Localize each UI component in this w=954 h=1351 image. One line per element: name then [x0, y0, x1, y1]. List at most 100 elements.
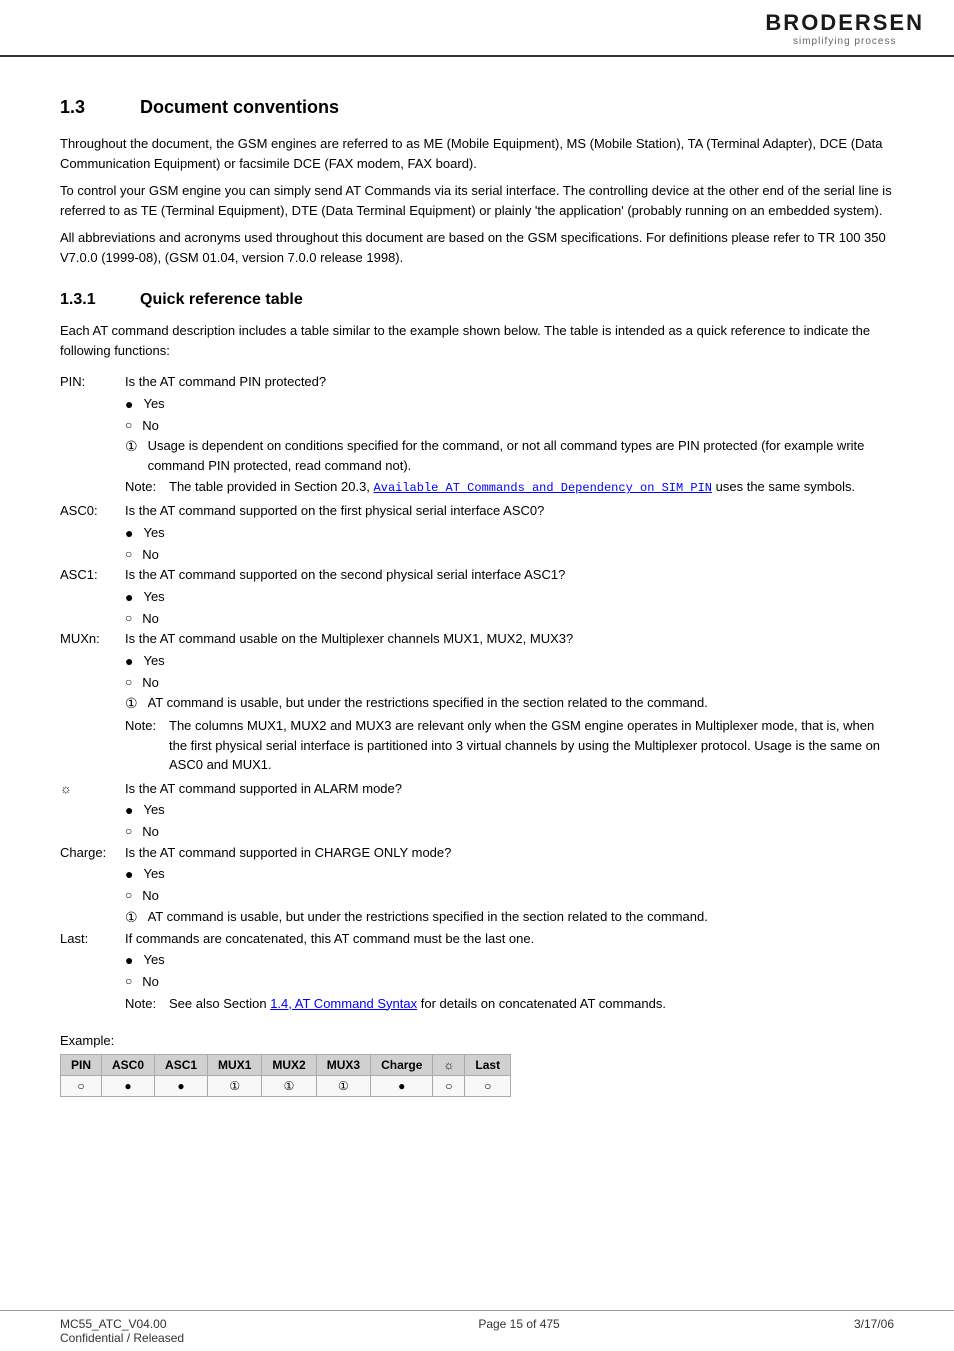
def-pin-desc: Is the AT command PIN protected?	[125, 372, 894, 392]
table-cell-asc1: ●	[155, 1076, 208, 1097]
last-yes-label: Yes	[143, 950, 164, 970]
def-muxn-desc: Is the AT command usable on the Multiple…	[125, 629, 894, 649]
def-asc1-options: ● Yes ○ No	[125, 587, 894, 629]
section-1-3-num: 1.3	[60, 97, 120, 118]
definition-list: PIN: Is the AT command PIN protected? ● …	[60, 372, 894, 1013]
def-charge-desc: Is the AT command supported in CHARGE ON…	[125, 843, 894, 863]
asc1-yes-label: Yes	[143, 587, 164, 607]
last-yes-row: ● Yes	[125, 950, 894, 971]
muxn-yes-row: ● Yes	[125, 651, 894, 672]
def-alarm-term: ☼	[60, 779, 125, 799]
muxn-note-text: The columns MUX1, MUX2 and MUX3 are rele…	[169, 716, 894, 775]
section-1-3-para2: To control your GSM engine you can simpl…	[60, 181, 894, 220]
logo-name: BRODERSEN	[765, 10, 924, 36]
table-cell-mux1: ①	[208, 1076, 262, 1097]
section-1-3-1-num: 1.3.1	[60, 291, 120, 309]
last-note-pre: See also Section	[169, 996, 267, 1011]
alarm-no-bullet: ○	[125, 822, 132, 840]
alarm-yes-label: Yes	[143, 800, 164, 820]
alarm-yes-row: ● Yes	[125, 800, 894, 821]
alarm-yes-bullet: ●	[125, 800, 133, 821]
def-asc0-options: ● Yes ○ No	[125, 523, 894, 565]
table-row: ○ ● ● ① ① ① ● ○ ○	[61, 1076, 511, 1097]
section-1-3-1-intro: Each AT command description includes a t…	[60, 321, 894, 360]
table-header-mux1: MUX1	[208, 1055, 262, 1076]
def-last-term: Last:	[60, 929, 125, 949]
last-no-row: ○ No	[125, 972, 894, 992]
charge-no-bullet: ○	[125, 886, 132, 904]
pin-note-link[interactable]: Available AT Commands and Dependency on …	[374, 481, 712, 495]
logo-area: BRODERSEN simplifying process	[765, 10, 924, 47]
def-last-desc: If commands are concatenated, this AT co…	[125, 929, 894, 949]
charge-no-label: No	[142, 886, 159, 906]
muxn-yes-bullet: ●	[125, 651, 133, 672]
def-asc1-row: ASC1: Is the AT command supported on the…	[60, 565, 894, 585]
section-1-3-title: Document conventions	[140, 97, 339, 118]
asc0-yes-bullet: ●	[125, 523, 133, 544]
muxn-half-bullet: ①	[125, 693, 138, 714]
table-header-pin: PIN	[61, 1055, 102, 1076]
last-yes-bullet: ●	[125, 950, 133, 971]
asc1-no-row: ○ No	[125, 609, 894, 629]
last-note-link[interactable]: 1.4, AT Command Syntax	[270, 996, 417, 1011]
charge-yes-row: ● Yes	[125, 864, 894, 885]
asc1-no-label: No	[142, 609, 159, 629]
last-no-label: No	[142, 972, 159, 992]
def-muxn-term: MUXn:	[60, 629, 125, 649]
pin-yes-row: ● Yes	[125, 394, 894, 415]
last-note-label: Note:	[125, 994, 163, 1014]
def-asc0-desc: Is the AT command supported on the first…	[125, 501, 894, 521]
pin-note-text: The table provided in Section 20.3, Avai…	[169, 477, 894, 497]
asc0-yes-label: Yes	[143, 523, 164, 543]
muxn-no-bullet: ○	[125, 673, 132, 691]
pin-half-desc: Usage is dependent on conditions specifi…	[148, 436, 894, 475]
asc0-no-bullet: ○	[125, 545, 132, 563]
table-header-charge: Charge	[371, 1055, 433, 1076]
def-charge-row: Charge: Is the AT command supported in C…	[60, 843, 894, 863]
asc1-no-bullet: ○	[125, 609, 132, 627]
footer-page: Page 15 of 475	[478, 1317, 559, 1345]
table-header-last: Last	[465, 1055, 511, 1076]
last-note-end: for details on concatenated AT commands.	[421, 996, 666, 1011]
def-last-options: ● Yes ○ No Note: See also Section 1.4, A…	[125, 950, 894, 1013]
def-asc0-row: ASC0: Is the AT command supported on the…	[60, 501, 894, 521]
page-header: BRODERSEN simplifying process	[0, 0, 954, 57]
pin-yes-bullet: ●	[125, 394, 133, 415]
footer-left: MC55_ATC_V04.00 Confidential / Released	[60, 1317, 184, 1345]
table-header-mux3: MUX3	[316, 1055, 370, 1076]
charge-half-row: ① AT command is usable, but under the re…	[125, 907, 894, 928]
table-header-asc0: ASC0	[102, 1055, 155, 1076]
muxn-note-label: Note:	[125, 716, 163, 736]
last-note-row: Note: See also Section 1.4, AT Command S…	[125, 994, 894, 1014]
charge-yes-bullet: ●	[125, 864, 133, 885]
charge-yes-label: Yes	[143, 864, 164, 884]
example-label: Example:	[60, 1033, 894, 1048]
table-cell-last: ○	[465, 1076, 511, 1097]
pin-no-label: No	[142, 416, 159, 436]
def-last-row: Last: If commands are concatenated, this…	[60, 929, 894, 949]
pin-half-row: ① Usage is dependent on conditions speci…	[125, 436, 894, 475]
footer-date: 3/17/06	[854, 1317, 894, 1345]
alarm-icon: ☼	[60, 781, 72, 796]
page-content: 1.3 Document conventions Throughout the …	[0, 57, 954, 1117]
pin-no-bullet: ○	[125, 416, 132, 434]
alarm-no-row: ○ No	[125, 822, 894, 842]
section-1-3-1-heading: 1.3.1 Quick reference table	[60, 291, 894, 309]
table-header-mux2: MUX2	[262, 1055, 316, 1076]
def-asc1-term: ASC1:	[60, 565, 125, 585]
asc0-yes-row: ● Yes	[125, 523, 894, 544]
pin-half-bullet: ①	[125, 436, 138, 457]
def-pin-term: PIN:	[60, 372, 125, 392]
def-muxn-row: MUXn: Is the AT command usable on the Mu…	[60, 629, 894, 649]
asc0-no-row: ○ No	[125, 545, 894, 565]
section-1-3-para1: Throughout the document, the GSM engines…	[60, 134, 894, 173]
footer-status: Confidential / Released	[60, 1331, 184, 1345]
pin-note-label: Note:	[125, 477, 163, 497]
charge-half-desc: AT command is usable, but under the rest…	[148, 907, 708, 927]
table-cell-asc0: ●	[102, 1076, 155, 1097]
pin-no-row: ○ No	[125, 416, 894, 436]
muxn-half-desc: AT command is usable, but under the rest…	[148, 693, 708, 713]
muxn-no-row: ○ No	[125, 673, 894, 693]
def-pin-options: ● Yes ○ No ① Usage is dependent on condi…	[125, 394, 894, 498]
footer-doc-id: MC55_ATC_V04.00	[60, 1317, 184, 1331]
